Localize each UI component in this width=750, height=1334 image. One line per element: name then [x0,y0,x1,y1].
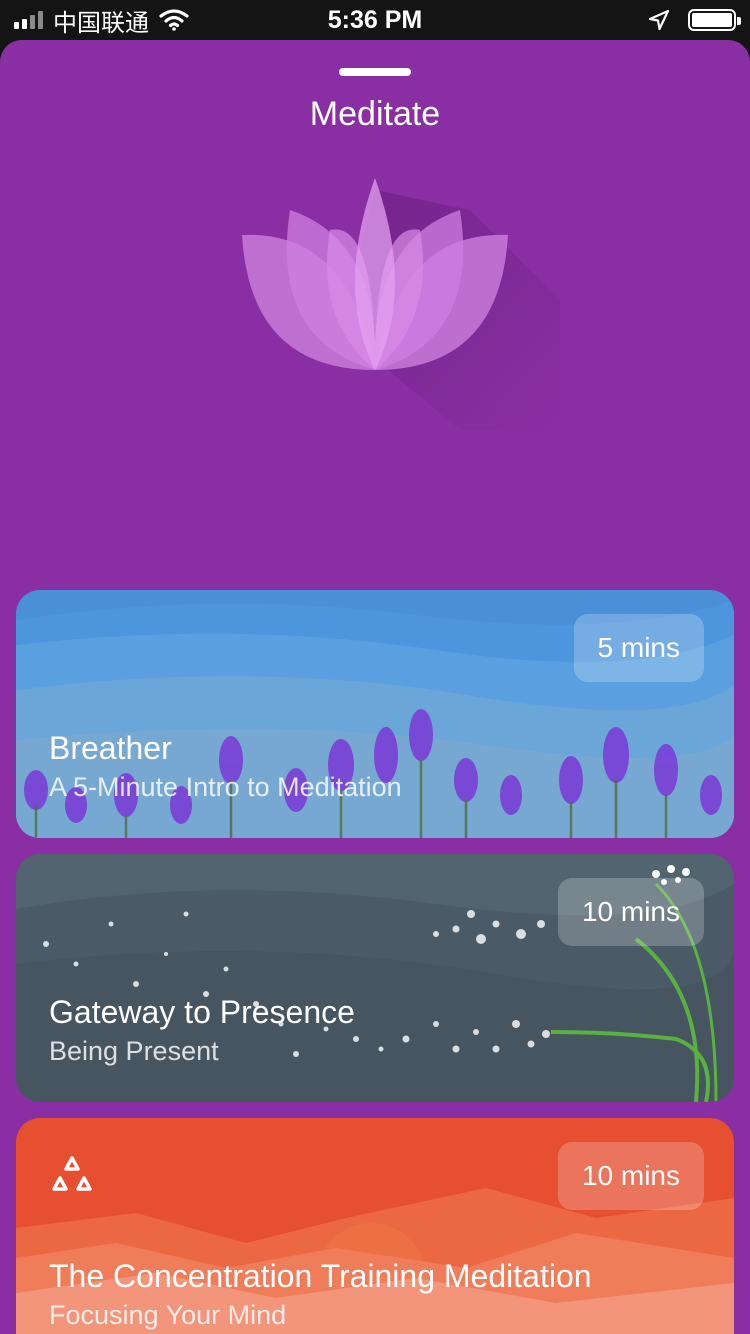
duration-badge: 10 mins [557,878,704,946]
page-title: Meditate [309,95,441,133]
duration-badge: 10 mins [557,1142,704,1210]
wifi-icon [159,9,189,31]
lotus-icon [242,178,560,430]
location-arrow-icon [648,9,670,31]
card-subtitle: A 5-Minute Intro to Meditation [49,772,402,802]
triangle-circles-icon [52,1156,92,1191]
status-bar: 中国联通 5:36 PM [0,0,750,40]
cellular-signal-icon [14,11,43,29]
session-card-concentration-training[interactable]: 10 mins The Concentration Training Medit… [16,1118,734,1334]
meditate-sheet: Meditate 5 mins Breather A 5-Minute Intr… [0,40,750,1334]
session-card-gateway-to-presence[interactable]: 10 mins Gateway to Presence Being Presen… [16,854,734,1102]
card-subtitle: Focusing Your Mind [49,1300,287,1330]
duration-badge: 5 mins [573,614,704,682]
carrier-name: 中国联通 [53,8,149,37]
card-title: Gateway to Presence [49,994,355,1030]
battery-level [692,13,732,27]
status-bar-left: 中国联通 [14,0,189,40]
sheet-grabber[interactable] [339,68,411,76]
session-card-breather[interactable]: 5 mins Breather A 5-Minute Intro to Medi… [16,590,734,838]
card-title: Breather [49,730,172,766]
card-title: The Concentration Training Meditation [49,1258,592,1294]
card-subtitle: Being Present [49,1036,219,1066]
status-bar-right [648,0,741,40]
battery-icon [688,9,741,31]
